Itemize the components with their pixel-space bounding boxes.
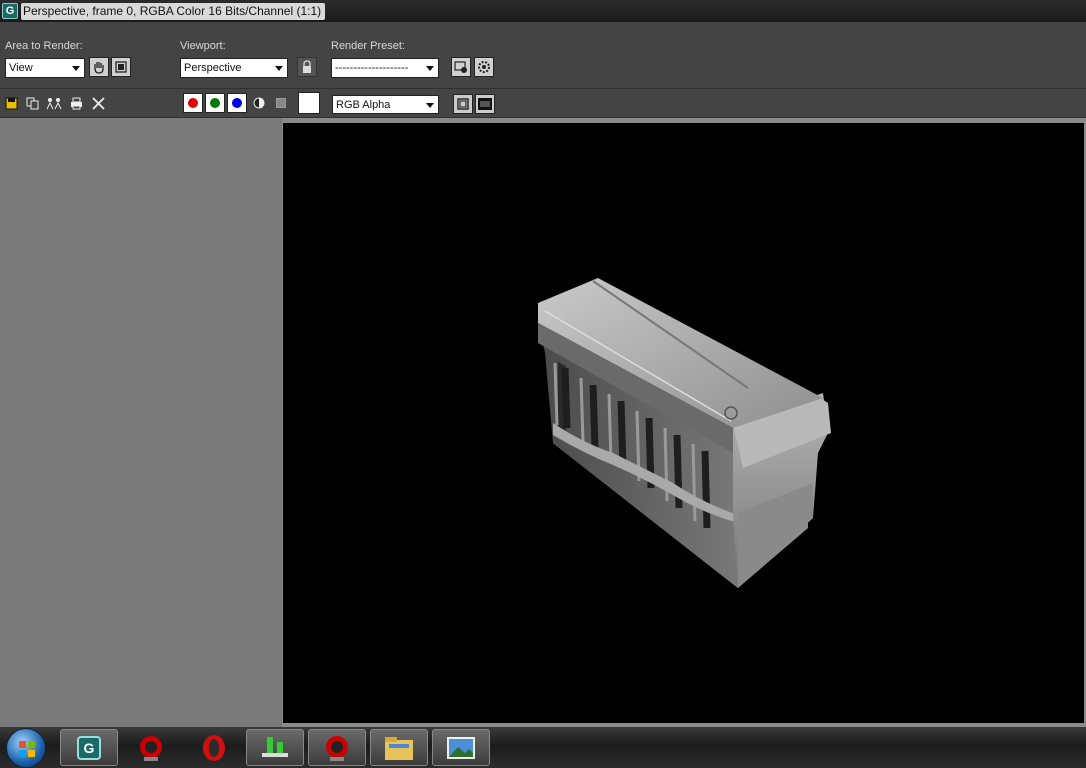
red-channel-button[interactable] xyxy=(183,93,203,113)
overlay-icon xyxy=(457,98,469,110)
area-to-render-dropdown[interactable]: View xyxy=(5,58,85,78)
area-to-render-value: View xyxy=(9,62,33,74)
red-app-icon xyxy=(326,735,348,761)
3ds-max-task-icon: G xyxy=(77,735,101,760)
clone-window-icon[interactable] xyxy=(45,96,63,110)
3ds-max-icon[interactable]: G xyxy=(2,3,18,19)
chevron-down-icon xyxy=(426,103,434,108)
clear-icon[interactable] xyxy=(91,96,105,110)
side-panel xyxy=(0,118,282,727)
green-app-icon xyxy=(262,736,288,757)
blue-dot-icon xyxy=(232,98,242,108)
file-explorer-task[interactable] xyxy=(370,729,428,766)
frame-window-toolbar: RGB Alpha xyxy=(0,88,1086,118)
title-bar: G Perspective, frame 0, RGBA Color 16 Bi… xyxy=(0,0,1086,22)
hand-icon xyxy=(94,62,104,74)
render-settings-toolbar: Area to Render: View Viewport: Perspecti… xyxy=(0,22,1086,88)
red-app-task-2[interactable] xyxy=(308,729,366,766)
lock-icon xyxy=(303,60,311,73)
auto-region-button[interactable] xyxy=(111,57,131,77)
chevron-down-icon xyxy=(275,66,283,71)
green-app-task[interactable] xyxy=(246,729,304,766)
lock-viewport-button[interactable] xyxy=(297,57,317,77)
image-viewer-icon xyxy=(447,736,475,759)
toggle-ui-button[interactable] xyxy=(475,94,495,114)
area-to-render-label: Area to Render: xyxy=(5,40,83,52)
display-channel-dropdown[interactable]: RGB Alpha xyxy=(332,95,439,114)
display-channel-value: RGB Alpha xyxy=(336,99,391,111)
start-button[interactable] xyxy=(6,727,46,768)
monochrome-icon[interactable] xyxy=(274,96,288,110)
copy-image-icon[interactable] xyxy=(25,96,39,110)
edit-region-button[interactable] xyxy=(89,57,109,77)
color-swatch[interactable] xyxy=(298,92,320,114)
taskbar: G xyxy=(0,727,1086,768)
window-title: Perspective, frame 0, RGBA Color 16 Bits… xyxy=(21,2,326,20)
3ds-max-task[interactable]: G xyxy=(60,729,118,766)
red-app-task-1[interactable] xyxy=(122,729,180,766)
toggle-ui-overlay-button[interactable] xyxy=(453,94,473,114)
blue-channel-button[interactable] xyxy=(227,93,247,113)
green-channel-button[interactable] xyxy=(205,93,225,113)
render-preset-value: -------------------- xyxy=(335,62,409,74)
red-app-icon xyxy=(140,735,162,761)
render-setup-icon xyxy=(454,61,467,73)
opera-icon xyxy=(203,734,225,761)
chevron-down-icon xyxy=(426,66,434,71)
rendered-image xyxy=(283,123,1084,723)
green-dot-icon xyxy=(210,98,220,108)
gear-icon xyxy=(478,61,490,73)
viewport-label: Viewport: xyxy=(180,40,226,52)
image-viewer-task[interactable] xyxy=(432,729,490,766)
folder-icon xyxy=(385,736,413,760)
viewport-dropdown[interactable]: Perspective xyxy=(180,58,288,78)
chevron-down-icon xyxy=(72,66,80,71)
viewport-value: Perspective xyxy=(184,62,242,74)
windows-logo-icon xyxy=(19,740,35,757)
red-dot-icon xyxy=(188,98,198,108)
render-setup-button[interactable] xyxy=(451,57,471,77)
render-preset-dropdown[interactable]: -------------------- xyxy=(331,58,439,78)
display-icon xyxy=(478,98,492,110)
render-view-frame xyxy=(282,118,1086,727)
opera-task[interactable] xyxy=(185,729,243,766)
environment-button[interactable] xyxy=(474,57,494,77)
alpha-channel-icon[interactable] xyxy=(252,96,266,110)
render-preset-label: Render Preset: xyxy=(331,40,405,52)
print-icon[interactable] xyxy=(69,96,83,110)
rendered-3d-model xyxy=(538,278,831,588)
save-icon[interactable] xyxy=(4,96,18,110)
region-icon xyxy=(115,61,127,73)
